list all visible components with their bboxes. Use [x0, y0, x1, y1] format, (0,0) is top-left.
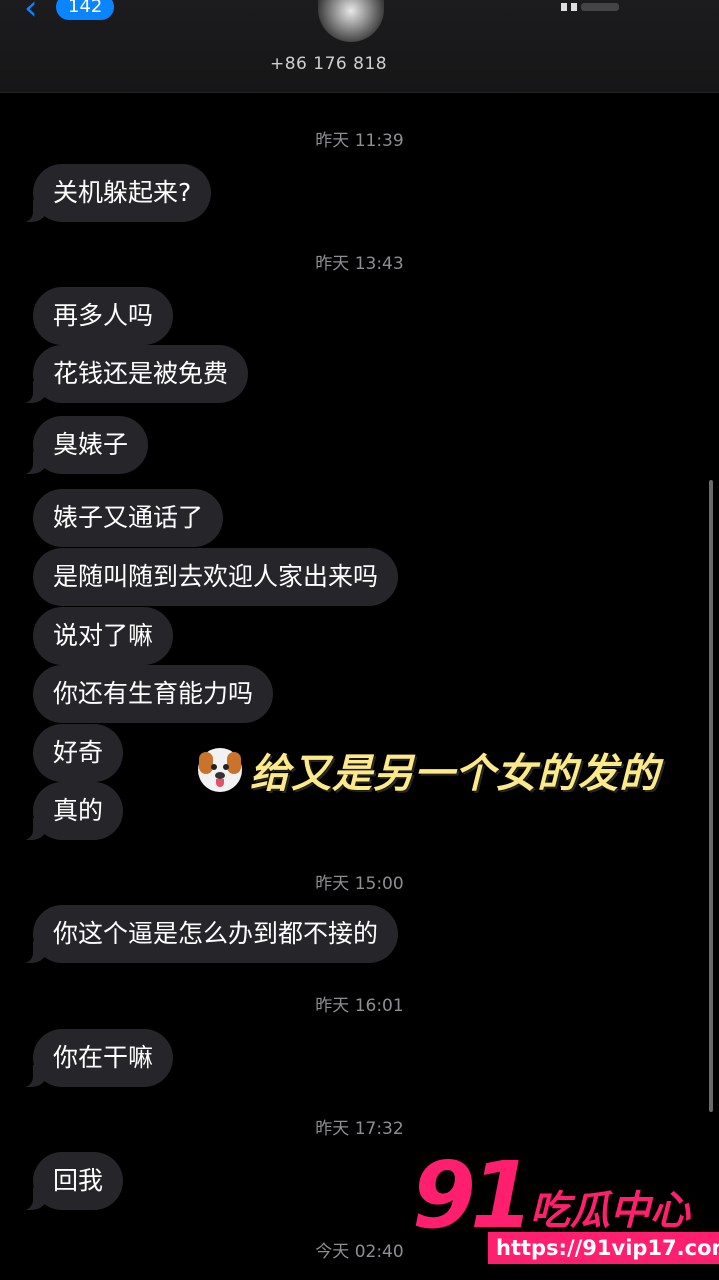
timestamp: 昨天 13:43 — [315, 254, 404, 274]
watermark-logo: 91 吃瓜中心 https://91vip17.com — [412, 1142, 719, 1268]
message-bubble[interactable]: 关机躲起来? — [20, 164, 212, 222]
unread-count-badge[interactable]: 142 — [56, 0, 115, 20]
back-chevron-icon[interactable]: ‹ — [24, 0, 54, 25]
battery-icon — [581, 3, 619, 11]
message-bubble[interactable]: 婊子又通话了 — [33, 489, 224, 547]
watermark-name: 吃瓜中心 — [530, 1188, 690, 1234]
timestamp: 昨天 16:01 — [315, 996, 404, 1016]
watermark-url: https://91vip17.com — [488, 1232, 719, 1264]
message-bubble[interactable]: 真的 — [20, 782, 124, 840]
signal-icon — [571, 3, 577, 11]
timestamp: 昨天 15:00 — [315, 874, 404, 894]
caption-text: 给又是另一个女的发的 — [250, 751, 660, 797]
message-bubble[interactable]: 好奇 — [33, 724, 124, 782]
status-bar-icons — [561, 0, 651, 11]
timestamp: 昨天 17:32 — [315, 1119, 404, 1139]
contact-avatar[interactable] — [318, 0, 384, 42]
contact-phone-number[interactable]: +86 176 818 — [270, 54, 387, 74]
message-bubble[interactable]: 你在干嘛 — [20, 1029, 174, 1087]
message-bubble[interactable]: 回我 — [20, 1152, 124, 1210]
message-bubble[interactable]: 你还有生育能力吗 — [33, 665, 274, 723]
message-bubble[interactable]: 花钱还是被免费 — [20, 345, 249, 403]
message-bubble[interactable]: 说对了嘛 — [33, 607, 174, 665]
signal-icon — [561, 3, 567, 11]
message-bubble[interactable]: 是随叫随到去欢迎人家出来吗 — [33, 548, 399, 606]
message-bubble[interactable]: 臭婊子 — [20, 416, 149, 474]
scroll-indicator[interactable] — [709, 480, 713, 1112]
message-bubble[interactable]: 再多人吗 — [33, 287, 174, 345]
timestamp: 昨天 11:39 — [315, 131, 404, 151]
conversation-header: ‹ 142 +86 176 818 — [0, 0, 719, 93]
overlay-caption: 给又是另一个女的发的 — [198, 742, 660, 798]
dog-face-icon — [198, 748, 242, 792]
message-bubble[interactable]: 你这个逼是怎么办到都不接的 — [20, 905, 399, 963]
